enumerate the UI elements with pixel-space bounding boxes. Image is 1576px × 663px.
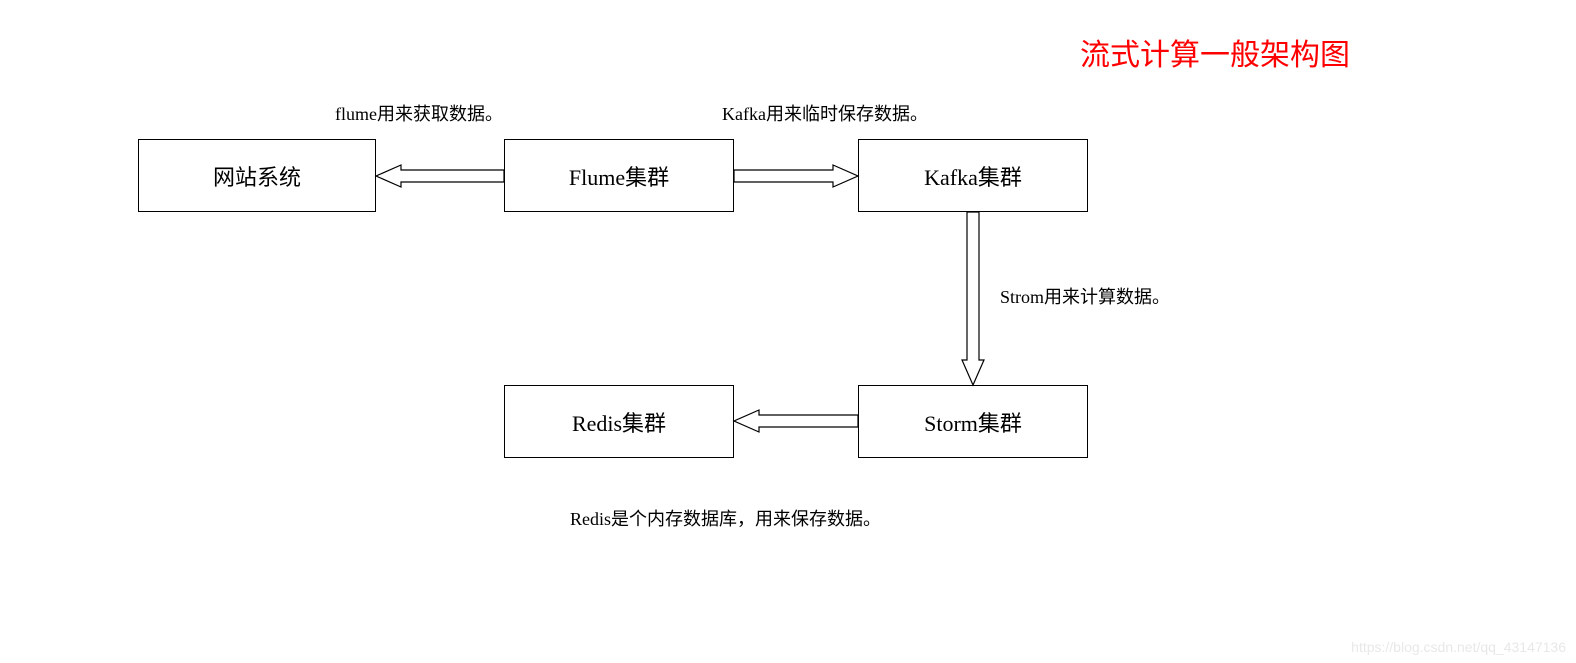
redis-box: Redis集群 bbox=[504, 385, 734, 458]
website-box: 网站系统 bbox=[138, 139, 376, 212]
redis-caption: Redis是个内存数据库，用来保存数据。 bbox=[570, 505, 881, 531]
arrow-storm-to-redis bbox=[734, 410, 858, 432]
storm-caption: Strom用来计算数据。 bbox=[1000, 283, 1170, 309]
diagram-title: 流式计算一般架构图 bbox=[1080, 30, 1350, 74]
flume-box: Flume集群 bbox=[504, 139, 734, 212]
arrow-flume-to-website bbox=[376, 165, 504, 187]
kafka-box: Kafka集群 bbox=[858, 139, 1088, 212]
watermark: https://blog.csdn.net/qq_43147136 bbox=[1351, 639, 1566, 655]
flume-caption: flume用来获取数据。 bbox=[335, 100, 503, 126]
arrow-kafka-to-storm bbox=[962, 212, 984, 385]
storm-box: Storm集群 bbox=[858, 385, 1088, 458]
kafka-caption: Kafka用来临时保存数据。 bbox=[722, 100, 928, 126]
arrow-flume-to-kafka bbox=[734, 165, 858, 187]
